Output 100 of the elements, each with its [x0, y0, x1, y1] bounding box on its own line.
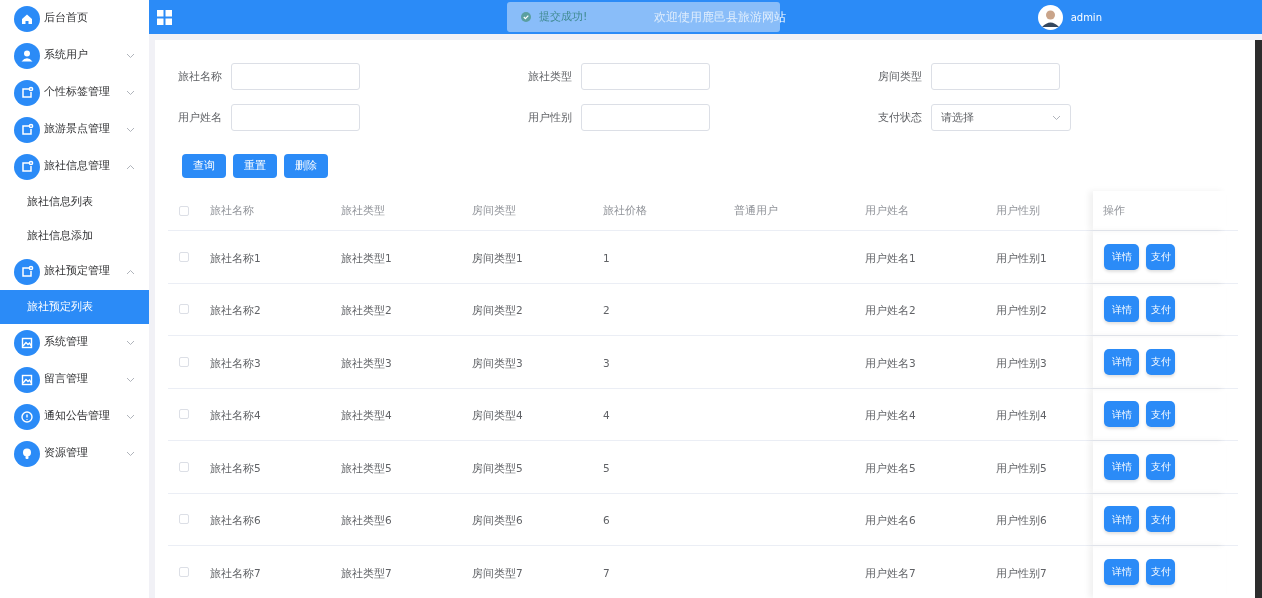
table-cell: 旅社类型6 — [341, 514, 392, 527]
sidebar-item[interactable]: 系统管理 — [0, 324, 149, 361]
table-cell: 用户姓名6 — [865, 514, 916, 527]
username: admin — [1070, 10, 1102, 25]
table-cell: 房间类型1 — [472, 251, 523, 264]
row-action-button[interactable]: 详情 — [1104, 348, 1139, 375]
checkbox[interactable] — [179, 205, 189, 216]
checkbox[interactable] — [179, 514, 189, 525]
row-action-button[interactable]: 支付 — [1146, 506, 1175, 533]
table-cell: 用户性别6 — [996, 514, 1047, 527]
table-cell: 5 — [603, 461, 610, 474]
table-cell: 6 — [603, 514, 610, 527]
row-action-button[interactable]: 支付 — [1146, 401, 1175, 428]
column-header: 用户姓名 — [865, 202, 909, 218]
chevron-down-icon — [1052, 114, 1061, 121]
input-field[interactable] — [231, 104, 360, 131]
row-action-button[interactable]: 详情 — [1104, 506, 1139, 533]
table-cell: 用户姓名1 — [865, 251, 916, 264]
table-cell: 用户性别1 — [996, 251, 1047, 264]
input-field[interactable] — [581, 104, 710, 131]
table-cell: 用户性别3 — [996, 356, 1047, 369]
sidebar-item[interactable]: 旅社预定管理 — [0, 253, 149, 290]
table-cell: 2 — [603, 304, 610, 317]
table-cell: 旅社名称6 — [210, 514, 261, 527]
sidebar-item[interactable]: 个性标签管理 — [0, 74, 149, 111]
table-cell: 用户姓名7 — [865, 566, 916, 579]
table-cell: 旅社类型2 — [341, 304, 392, 317]
row-action-button[interactable]: 支付 — [1146, 558, 1175, 585]
checkbox[interactable] — [179, 304, 189, 315]
chevron-down-icon — [126, 376, 135, 383]
table-cell: 3 — [603, 356, 610, 369]
column-header: 房间类型 — [472, 202, 516, 218]
table-cell: 房间类型7 — [472, 566, 523, 579]
action-button[interactable]: 删除 — [284, 154, 328, 178]
row-action-button[interactable]: 详情 — [1104, 453, 1139, 480]
table-cell: 旅社类型3 — [341, 356, 392, 369]
checkbox[interactable] — [179, 409, 189, 420]
checkbox[interactable] — [179, 566, 189, 577]
row-action-button[interactable]: 支付 — [1146, 348, 1175, 375]
avatar[interactable] — [1037, 4, 1063, 30]
column-header: 普通用户 — [734, 202, 778, 218]
table-cell: 房间类型3 — [472, 356, 523, 369]
row-action-button[interactable]: 详情 — [1104, 401, 1139, 428]
table-cell: 房间类型4 — [472, 409, 523, 422]
bulb-icon — [14, 440, 40, 467]
table-cell: 旅社类型5 — [341, 461, 392, 474]
chevron-down-icon — [126, 413, 135, 420]
row-action-button[interactable]: 详情 — [1104, 243, 1139, 270]
sidebar-item[interactable]: 留言管理 — [0, 361, 149, 398]
table-cell: 旅社名称4 — [210, 409, 261, 422]
sidebar-item[interactable]: 旅游景点管理 — [0, 111, 149, 148]
table-cell: 旅社名称1 — [210, 251, 261, 264]
action-button[interactable]: 查询 — [182, 154, 226, 178]
row-action-button[interactable]: 支付 — [1146, 243, 1175, 270]
input-field[interactable] — [581, 63, 710, 90]
chevron-down-icon — [126, 89, 135, 96]
chevron-up-icon — [126, 163, 135, 170]
table-cell: 旅社名称5 — [210, 461, 261, 474]
row-action-button[interactable]: 详情 — [1104, 296, 1139, 323]
action-button[interactable]: 重置 — [233, 154, 277, 178]
sidebar-item[interactable]: 资源管理 — [0, 435, 149, 472]
checkbox[interactable] — [179, 356, 189, 367]
table-cell: 旅社类型7 — [341, 566, 392, 579]
tag-icon — [14, 79, 40, 106]
table-cell: 用户性别7 — [996, 566, 1047, 579]
table-cell: 4 — [603, 409, 610, 422]
column-header: 操作 — [1103, 202, 1125, 218]
home-icon — [14, 5, 40, 32]
check-circle-icon — [521, 12, 531, 22]
grid-icon[interactable] — [157, 9, 172, 25]
row-action-button[interactable]: 支付 — [1146, 453, 1175, 480]
table-cell: 1 — [603, 251, 610, 264]
table-cell: 用户性别4 — [996, 409, 1047, 422]
input-field[interactable] — [931, 63, 1060, 90]
chevron-down-icon — [126, 339, 135, 346]
column-header: 旅社价格 — [603, 202, 647, 218]
tag-icon — [14, 116, 40, 143]
field-label: 旅社名称 — [178, 68, 223, 84]
submenu-item[interactable]: 旅社预定列表 — [0, 290, 149, 324]
sidebar-item[interactable]: 旅社信息管理 — [0, 148, 149, 185]
input-field[interactable] — [231, 63, 360, 90]
table-cell: 房间类型6 — [472, 514, 523, 527]
image-icon — [14, 366, 40, 393]
row-action-button[interactable]: 支付 — [1146, 296, 1175, 323]
image-icon — [14, 329, 40, 356]
table-cell: 旅社类型4 — [341, 409, 392, 422]
sidebar-item[interactable]: 后台首页 — [0, 0, 149, 37]
sidebar-item[interactable]: 通知公告管理 — [0, 398, 149, 435]
select-field[interactable]: 请选择 — [931, 104, 1071, 131]
checkbox[interactable] — [179, 251, 189, 262]
table-cell: 用户姓名2 — [865, 304, 916, 317]
sidebar-item[interactable]: 系统用户 — [0, 37, 149, 74]
row-action-button[interactable]: 详情 — [1104, 558, 1139, 585]
table-cell: 7 — [603, 566, 610, 579]
checkbox[interactable] — [179, 461, 189, 472]
chevron-down-icon — [126, 126, 135, 133]
table-cell: 用户姓名5 — [865, 461, 916, 474]
field-label: 房间类型 — [878, 68, 923, 84]
table-cell: 用户姓名3 — [865, 356, 916, 369]
chevron-up-icon — [126, 268, 135, 275]
